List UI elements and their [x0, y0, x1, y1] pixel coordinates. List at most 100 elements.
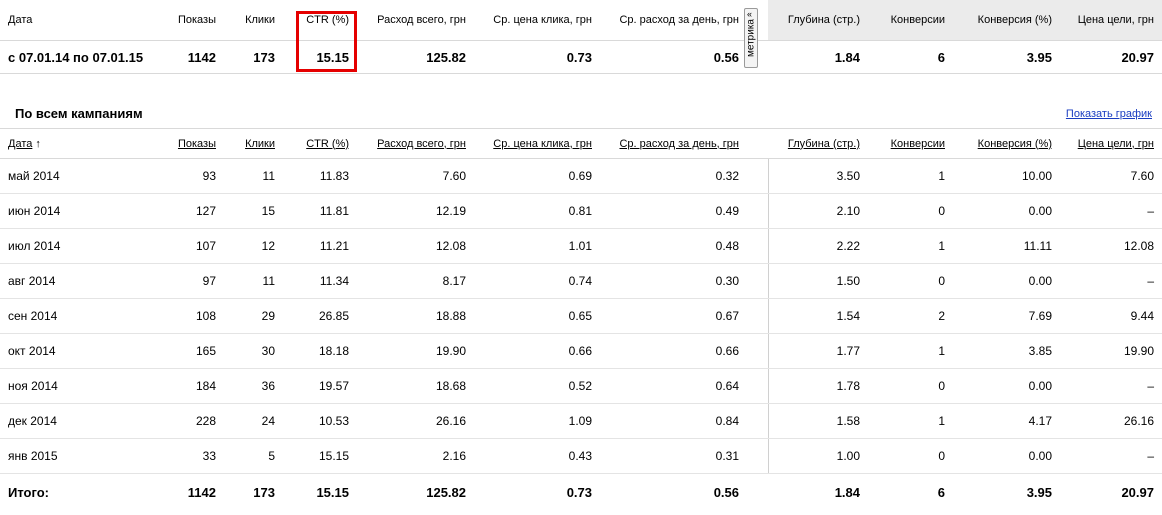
cell-spend: 2.16: [357, 438, 474, 474]
sort-daily-spend-link[interactable]: Ср. расход за день, грн: [619, 138, 739, 150]
sort-conversions-link[interactable]: Конверсии: [891, 138, 945, 150]
cell-goal-cost: –: [1060, 193, 1162, 229]
table-row: окт 2014 165 30 18.18 19.90 0.66 0.66 1.77 1 3.85…: [0, 333, 1162, 369]
cell-conversions: 1: [868, 158, 953, 194]
cell-daily-spend: 0.66: [600, 333, 747, 369]
sort-goal-cost-link[interactable]: Цена цели, грн: [1078, 138, 1154, 150]
cell-impressions: 97: [163, 263, 224, 299]
summary-values-row: с 07.01.14 по 07.01.15 1142 173 15.15 12…: [0, 40, 1162, 74]
table-row: янв 2015 33 5 15.15 2.16 0.43 0.31 1.00 0 0.00–: [0, 438, 1162, 474]
cell-cpc: 0.69: [474, 158, 600, 194]
total-goal-cost: 20.97: [1060, 473, 1162, 510]
cell-cpc: 1.01: [474, 228, 600, 264]
sort-clicks-link[interactable]: Клики: [245, 138, 275, 150]
cell-ctr: 19.57: [283, 368, 357, 404]
cell-conversion-rate: 4.17: [953, 403, 1060, 439]
cell-depth: 2.10: [767, 193, 868, 229]
sort-ascending-icon: ↑: [35, 137, 41, 150]
column-header-date[interactable]: Дата ↑: [0, 128, 163, 159]
table-row: июн 2014 127 15 11.81 12.19 0.81 0.49 2.10 0 0.00…: [0, 193, 1162, 229]
cell-spend: 18.68: [357, 368, 474, 404]
cell-clicks: 12: [224, 228, 283, 264]
sort-depth-link[interactable]: Глубина (стр.): [788, 138, 860, 150]
sort-spend-link[interactable]: Расход всего, грн: [377, 138, 466, 150]
summary-clicks: 173: [224, 40, 283, 74]
cell-spend: 18.88: [357, 298, 474, 334]
column-header-cpc[interactable]: Ср. цена клика, грн: [474, 128, 600, 159]
cell-conversion-rate: 0.00: [953, 193, 1060, 229]
total-cpc: 0.73: [474, 473, 600, 510]
cell-conversion-rate: 0.00: [953, 438, 1060, 474]
total-depth: 1.84: [768, 473, 868, 510]
column-header-impressions[interactable]: Показы: [163, 128, 224, 159]
row-gap: [747, 298, 768, 334]
cell-conversion-rate: 11.11: [953, 228, 1060, 264]
column-header-depth[interactable]: Глубина (стр.): [768, 128, 868, 159]
cell-daily-spend: 0.49: [600, 193, 747, 229]
total-ctr: 15.15: [283, 473, 357, 510]
cell-conversions: 1: [868, 333, 953, 369]
cell-depth: 1.77: [767, 333, 868, 369]
summary-table: Дата Показы Клики CTR (%) Расход всего, …: [0, 0, 1162, 78]
metrika-toggle-button[interactable]: « метрика: [744, 8, 758, 68]
cell-cpc: 0.74: [474, 263, 600, 299]
cell-goal-cost: 9.44: [1060, 298, 1162, 334]
cell-conversions: 2: [868, 298, 953, 334]
cell-clicks: 24: [224, 403, 283, 439]
cell-depth: 1.00: [767, 438, 868, 474]
cell-month: май 2014: [0, 158, 163, 194]
sort-conversion-rate-link[interactable]: Конверсия (%): [978, 138, 1052, 150]
cell-goal-cost: –: [1060, 368, 1162, 404]
column-header-clicks[interactable]: Клики: [224, 128, 283, 159]
summary-goal-cost: 20.97: [1060, 40, 1162, 74]
row-gap: [747, 368, 768, 404]
cell-month: июл 2014: [0, 228, 163, 264]
cell-conversions: 0: [868, 368, 953, 404]
sort-cpc-link[interactable]: Ср. цена клика, грн: [493, 138, 592, 150]
cell-impressions: 165: [163, 333, 224, 369]
total-impressions: 1142: [163, 473, 224, 510]
summary-cpc: 0.73: [474, 40, 600, 74]
cell-daily-spend: 0.64: [600, 368, 747, 404]
cell-depth: 2.22: [767, 228, 868, 264]
cell-ctr: 11.81: [283, 193, 357, 229]
summary-impressions: 1142: [163, 40, 224, 74]
row-gap: [747, 263, 768, 299]
table-header-row: Дата ↑ Показы Клики CTR (%) Расход всего…: [0, 128, 1162, 159]
column-header-conversions[interactable]: Конверсии: [868, 128, 953, 159]
cell-conversions: 0: [868, 263, 953, 299]
column-header-daily-spend[interactable]: Ср. расход за день, грн: [600, 128, 747, 159]
summary-conversion-rate: 3.95: [953, 40, 1060, 74]
cell-conversion-rate: 7.69: [953, 298, 1060, 334]
sort-ctr-link[interactable]: CTR (%): [306, 138, 349, 150]
cell-conversions: 1: [868, 403, 953, 439]
show-graph-link[interactable]: Показать график: [1066, 108, 1152, 120]
cell-month: июн 2014: [0, 193, 163, 229]
column-header-spend[interactable]: Расход всего, грн: [357, 128, 474, 159]
total-spend: 125.82: [357, 473, 474, 510]
cell-ctr: 18.18: [283, 333, 357, 369]
summary-header-depth: Глубина (стр.): [768, 0, 868, 41]
column-header-goal-cost[interactable]: Цена цели, грн: [1060, 128, 1162, 159]
column-header-conversion-rate[interactable]: Конверсия (%): [953, 128, 1060, 159]
sort-impressions-link[interactable]: Показы: [178, 138, 216, 150]
cell-daily-spend: 0.48: [600, 228, 747, 264]
cell-spend: 26.16: [357, 403, 474, 439]
cell-spend: 19.90: [357, 333, 474, 369]
cell-goal-cost: 7.60: [1060, 158, 1162, 194]
cell-daily-spend: 0.84: [600, 403, 747, 439]
collapse-arrow-icon: «: [747, 9, 753, 19]
cell-conversions: 0: [868, 438, 953, 474]
cell-ctr: 11.34: [283, 263, 357, 299]
summary-daily-spend: 0.56: [600, 40, 747, 74]
row-gap: [747, 228, 768, 264]
sort-date-link[interactable]: Дата: [8, 138, 32, 150]
column-header-ctr[interactable]: CTR (%): [283, 128, 357, 159]
cell-clicks: 11: [224, 263, 283, 299]
table-row: авг 2014 97 11 11.34 8.17 0.74 0.30 1.50 0 0.00–: [0, 263, 1162, 299]
total-gap: [747, 473, 768, 510]
cell-conversion-rate: 3.85: [953, 333, 1060, 369]
table-row: ноя 2014 184 36 19.57 18.68 0.52 0.64 1.78 0 0.00…: [0, 368, 1162, 404]
cell-month: окт 2014: [0, 333, 163, 369]
total-conversion-rate: 3.95: [953, 473, 1060, 510]
